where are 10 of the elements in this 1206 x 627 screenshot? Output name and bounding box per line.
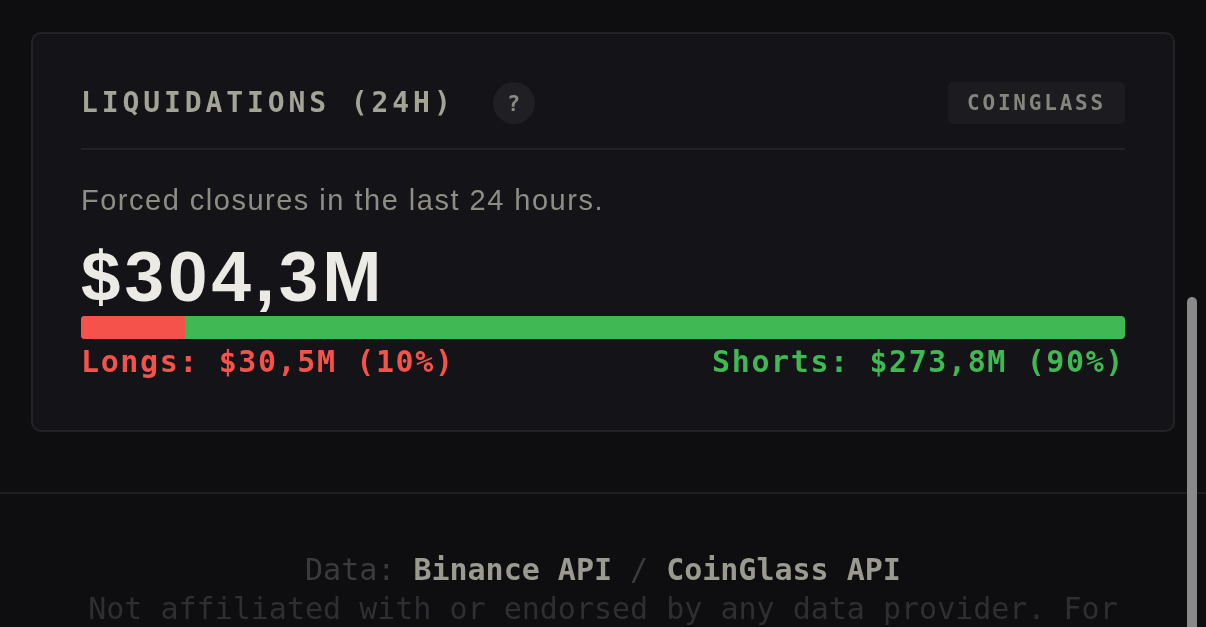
card-description: Forced closures in the last 24 hours. (81, 184, 605, 216)
separator-slash: / (630, 553, 649, 587)
help-button[interactable]: ? (492, 82, 535, 124)
scrollbar-thumb[interactable] (1187, 297, 1197, 627)
source-link[interactable]: Binance API (413, 553, 613, 587)
source-badge: COINGLASS (948, 82, 1125, 124)
shorts-label: Shorts: $273,8M (90%) (712, 345, 1125, 379)
card-title: LIQUIDATIONS (24H) (81, 89, 455, 117)
longs-label: Longs: $30,5M (10%) (81, 345, 455, 379)
source-link[interactable]: CoinGlass API (666, 553, 901, 587)
